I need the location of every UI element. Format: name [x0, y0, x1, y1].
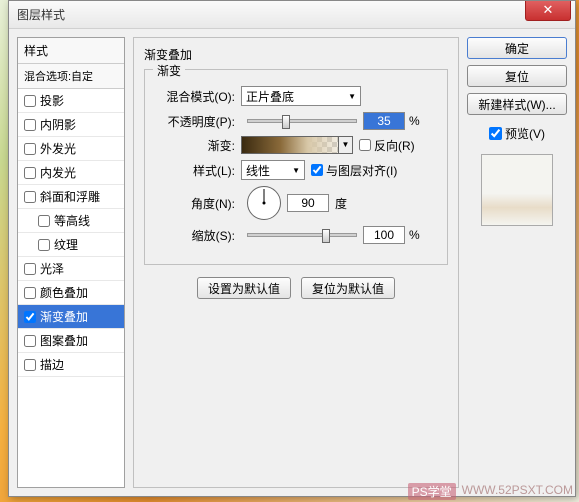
style-item[interactable]: 内发光 [18, 161, 124, 185]
angle-input[interactable]: 90 [287, 194, 329, 212]
style-item-checkbox[interactable] [24, 119, 36, 131]
dialog-body: 样式 混合选项:自定 投影内阴影外发光内发光斜面和浮雕等高线纹理光泽颜色叠加渐变… [9, 29, 575, 496]
slider-thumb[interactable] [322, 229, 330, 243]
reset-default-button[interactable]: 复位为默认值 [301, 277, 395, 299]
style-item-checkbox[interactable] [24, 287, 36, 299]
slider-thumb[interactable] [282, 115, 290, 129]
watermark-url: WWW.52PSXT.COM [462, 483, 573, 500]
chevron-down-icon: ▼ [338, 137, 352, 153]
gradient-picker[interactable]: ▼ [241, 136, 353, 154]
style-item[interactable]: 描边 [18, 353, 124, 377]
cancel-button[interactable]: 复位 [467, 65, 567, 87]
style-label: 样式(L): [155, 162, 235, 179]
style-item-label: 内阴影 [40, 116, 76, 133]
style-item-label: 投影 [40, 92, 64, 109]
style-item-label: 图案叠加 [40, 332, 88, 349]
style-item-label: 等高线 [54, 212, 90, 229]
watermark-tag: PS学堂 [408, 483, 456, 500]
align-checkbox[interactable]: 与图层对齐(I) [311, 162, 397, 179]
dialog-title: 图层样式 [17, 6, 65, 23]
style-item[interactable]: 内阴影 [18, 113, 124, 137]
style-item-label: 颜色叠加 [40, 284, 88, 301]
gradient-label: 渐变: [155, 137, 235, 154]
blend-options-header[interactable]: 混合选项:自定 [18, 64, 124, 89]
styles-header[interactable]: 样式 [18, 38, 124, 64]
make-default-button[interactable]: 设置为默认值 [197, 277, 291, 299]
fieldset-legend: 渐变 [153, 62, 185, 79]
ok-button[interactable]: 确定 [467, 37, 567, 59]
blend-mode-label: 混合模式(O): [155, 88, 235, 105]
chevron-down-icon: ▼ [292, 166, 300, 175]
angle-dial[interactable] [247, 186, 281, 220]
reverse-checkbox-input[interactable] [359, 139, 371, 151]
style-item-checkbox[interactable] [24, 191, 36, 203]
opacity-label: 不透明度(P): [155, 113, 235, 130]
gradient-fieldset: 渐变 混合模式(O): 正片叠底 ▼ 不透明度(P): 35 % [144, 69, 448, 265]
percent-label: % [409, 228, 420, 242]
action-panel: 确定 复位 新建样式(W)... 预览(V) [467, 37, 567, 488]
style-item-label: 外发光 [40, 140, 76, 157]
style-select[interactable]: 线性 ▼ [241, 160, 305, 180]
preview-checkbox-input[interactable] [489, 127, 502, 140]
blend-mode-select[interactable]: 正片叠底 ▼ [241, 86, 361, 106]
new-style-button[interactable]: 新建样式(W)... [467, 93, 567, 115]
styles-list-panel: 样式 混合选项:自定 投影内阴影外发光内发光斜面和浮雕等高线纹理光泽颜色叠加渐变… [17, 37, 125, 488]
blend-mode-value: 正片叠底 [246, 88, 294, 105]
preview-swatch [481, 154, 553, 226]
style-item-checkbox[interactable] [24, 167, 36, 179]
titlebar[interactable]: 图层样式 ✕ [9, 1, 575, 29]
style-item-label: 纹理 [54, 236, 78, 253]
style-item[interactable]: 图案叠加 [18, 329, 124, 353]
layer-style-dialog: 图层样式 ✕ 样式 混合选项:自定 投影内阴影外发光内发光斜面和浮雕等高线纹理光… [8, 0, 576, 497]
style-item-checkbox[interactable] [24, 95, 36, 107]
style-item[interactable]: 外发光 [18, 137, 124, 161]
style-item-checkbox[interactable] [38, 239, 50, 251]
style-item-label: 描边 [40, 356, 64, 373]
scale-label: 缩放(S): [155, 227, 235, 244]
percent-label: % [409, 114, 420, 128]
angle-center [263, 202, 266, 205]
style-item[interactable]: 渐变叠加 [18, 305, 124, 329]
style-item-label: 内发光 [40, 164, 76, 181]
options-panel: 渐变叠加 渐变 混合模式(O): 正片叠底 ▼ 不透明度(P): 35 [133, 37, 459, 488]
style-item[interactable]: 光泽 [18, 257, 124, 281]
reverse-checkbox[interactable]: 反向(R) [359, 137, 415, 154]
align-checkbox-input[interactable] [311, 164, 323, 176]
panel-title: 渐变叠加 [144, 46, 448, 63]
angle-label: 角度(N): [155, 195, 235, 212]
scale-input[interactable]: 100 [363, 226, 405, 244]
style-item[interactable]: 颜色叠加 [18, 281, 124, 305]
style-item-label: 光泽 [40, 260, 64, 277]
scale-slider[interactable] [247, 233, 357, 237]
style-item[interactable]: 等高线 [18, 209, 124, 233]
style-item-checkbox[interactable] [24, 143, 36, 155]
style-item[interactable]: 斜面和浮雕 [18, 185, 124, 209]
watermark: PS学堂 WWW.52PSXT.COM [408, 483, 573, 500]
angle-unit: 度 [335, 195, 347, 212]
style-item[interactable]: 纹理 [18, 233, 124, 257]
align-label: 与图层对齐(I) [326, 162, 397, 179]
style-item-label: 渐变叠加 [40, 308, 88, 325]
style-item-label: 斜面和浮雕 [40, 188, 100, 205]
preview-label: 预览(V) [505, 125, 545, 142]
style-item-checkbox[interactable] [24, 359, 36, 371]
styles-list: 投影内阴影外发光内发光斜面和浮雕等高线纹理光泽颜色叠加渐变叠加图案叠加描边 [18, 89, 124, 377]
style-item[interactable]: 投影 [18, 89, 124, 113]
style-item-checkbox[interactable] [24, 263, 36, 275]
opacity-input[interactable]: 35 [363, 112, 405, 130]
opacity-slider[interactable] [247, 119, 357, 123]
preview-checkbox[interactable]: 预览(V) [467, 125, 567, 142]
style-value: 线性 [246, 162, 270, 179]
close-button[interactable]: ✕ [525, 1, 571, 21]
style-item-checkbox[interactable] [24, 311, 36, 323]
style-item-checkbox[interactable] [24, 335, 36, 347]
chevron-down-icon: ▼ [348, 92, 356, 101]
style-item-checkbox[interactable] [38, 215, 50, 227]
reverse-label: 反向(R) [374, 137, 415, 154]
